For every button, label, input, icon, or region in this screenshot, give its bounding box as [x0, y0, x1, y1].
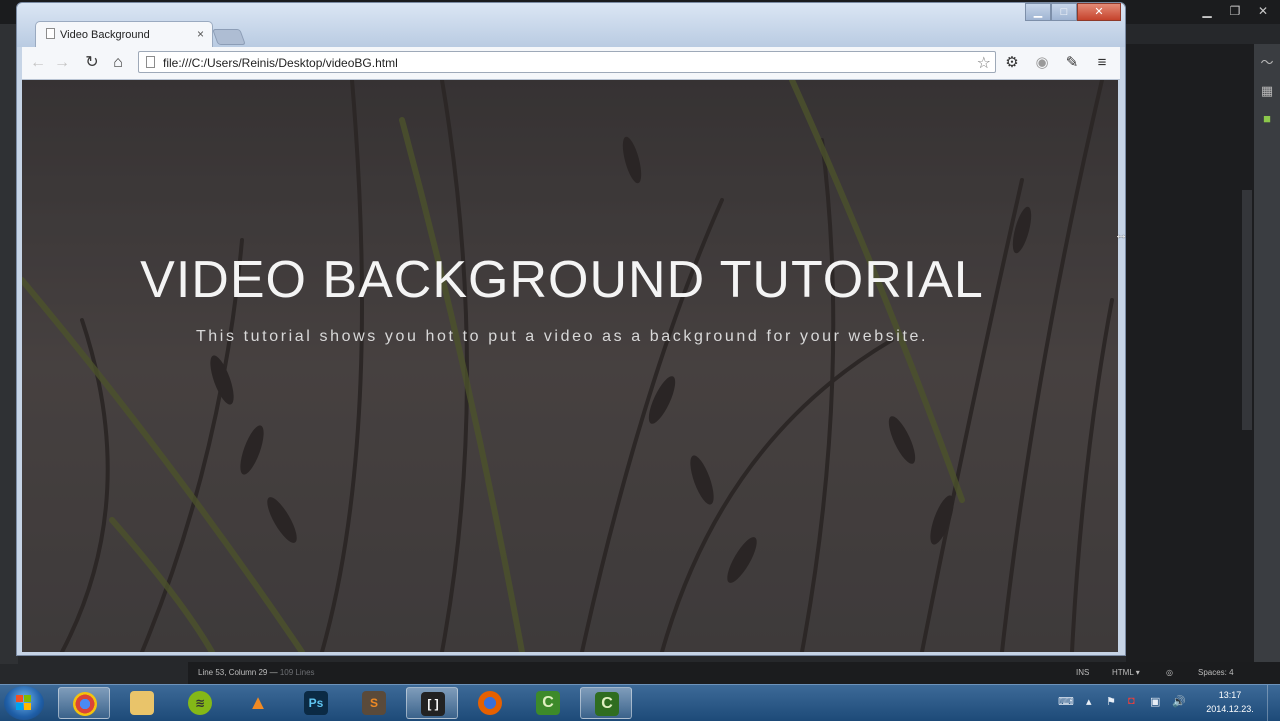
windows-logo-icon: [16, 695, 32, 711]
taskbar-clock[interactable]: 13:17 2014.12.23.: [1198, 688, 1262, 716]
browser-window: Video Background × ▁ □ ✕ ← → ↻ ⌂ file://…: [16, 2, 1126, 656]
indent-setting[interactable]: Spaces: 4: [1198, 668, 1234, 677]
photoshop-icon: Ps: [304, 691, 328, 715]
new-tab-button[interactable]: [212, 29, 246, 45]
clock-date: 2014.12.23.: [1206, 704, 1254, 714]
minimize-icon[interactable]: ▁: [1198, 2, 1216, 20]
address-bar[interactable]: file:///C:/Users/Reinis/Desktop/videoBG.…: [138, 51, 996, 73]
minimize-icon[interactable]: ▁: [1025, 3, 1051, 21]
restore-icon[interactable]: ❐: [1226, 2, 1244, 20]
video-dim-overlay: [22, 80, 1118, 652]
start-button[interactable]: [4, 686, 44, 720]
status-lines-text: 109 Lines: [279, 668, 315, 677]
camtasia-icon: C: [536, 691, 560, 715]
taskbar-camtasia[interactable]: C: [522, 687, 574, 719]
extension-manager-icon[interactable]: ▦: [1259, 84, 1275, 98]
cursor-position: Line 53, Column 29 — 109 Lines: [198, 668, 315, 677]
show-desktop-button[interactable]: [1267, 685, 1280, 721]
spotify-icon: ≋: [188, 691, 212, 715]
extension-icon[interactable]: ■: [1259, 112, 1275, 126]
editor-right-toolbar: 〜 ▦ ■: [1254, 44, 1280, 664]
page-subtitle: This tutorial shows you hot to put a vid…: [195, 328, 929, 345]
taskbar-firefox[interactable]: [464, 687, 516, 719]
editor-code-area[interactable]: [1126, 44, 1254, 664]
action-center-flag-icon[interactable]: ⚑: [1106, 695, 1116, 708]
tab-strip: Video Background × ▁ □ ✕: [17, 3, 1125, 47]
extension-icon[interactable]: ◉: [1032, 53, 1052, 73]
editor-statusbar: Line 53, Column 29 — 109 Lines INS HTML …: [188, 662, 1280, 684]
clock-time: 13:17: [1218, 690, 1242, 700]
tab-video-background[interactable]: Video Background ×: [35, 21, 213, 47]
taskbar-brackets[interactable]: [ ]: [406, 687, 458, 719]
insert-mode-indicator[interactable]: INS: [1076, 668, 1089, 677]
forward-arrow-icon[interactable]: →: [52, 53, 72, 73]
brackets-icon: [ ]: [421, 692, 445, 716]
sublime-text-icon: S: [362, 691, 386, 715]
language-selector[interactable]: HTML ▾: [1112, 668, 1140, 677]
close-icon[interactable]: ✕: [1077, 3, 1121, 21]
eyedropper-icon[interactable]: ✎: [1062, 53, 1082, 73]
linter-icon[interactable]: ◎: [1166, 668, 1173, 677]
back-arrow-icon[interactable]: ←: [28, 53, 48, 73]
browser-window-controls: ▁ □ ✕: [1025, 3, 1121, 21]
page-viewport: VIDEO BACKGROUND TUTORIAL This tutorial …: [22, 80, 1118, 652]
taskbar-vlc[interactable]: ▲: [232, 687, 284, 719]
taskbar-spotify[interactable]: ≋: [174, 687, 226, 719]
gear-icon[interactable]: ⚙: [1002, 53, 1022, 73]
close-icon[interactable]: ✕: [1254, 2, 1272, 20]
close-tab-icon[interactable]: ×: [197, 27, 204, 41]
hamburger-menu-icon[interactable]: ≡: [1092, 53, 1112, 73]
status-position-text: Line 53, Column 29 —: [198, 668, 278, 677]
firefox-icon: [478, 691, 502, 715]
vlc-cone-icon: ▲: [248, 692, 268, 714]
network-icon[interactable]: ▣: [1150, 695, 1160, 708]
taskbar-photoshop[interactable]: Ps: [290, 687, 342, 719]
resize-cursor-icon: ↔: [1114, 226, 1128, 242]
url-text[interactable]: file:///C:/Users/Reinis/Desktop/videoBG.…: [163, 56, 398, 70]
page-headline: VIDEO BACKGROUND TUTORIAL: [140, 251, 984, 309]
show-hidden-icons-icon[interactable]: ▴: [1086, 695, 1092, 708]
editor-scrollbar[interactable]: [1242, 190, 1252, 430]
windows-taskbar: ≋ ▲ Ps S [ ] C C ⌨ ▴ ⚑ ◘ ▣ 🔊 13:17 2014.…: [0, 684, 1280, 721]
browser-toolbar: ← → ↻ ⌂ file:///C:/Users/Reinis/Desktop/…: [22, 47, 1120, 80]
page-icon: [146, 56, 155, 68]
keyboard-icon[interactable]: ⌨: [1058, 695, 1074, 708]
security-alert-icon[interactable]: ◘: [1128, 695, 1135, 707]
volume-icon[interactable]: 🔊: [1172, 695, 1186, 708]
tab-title: Video Background: [60, 29, 150, 41]
taskbar-explorer[interactable]: [116, 687, 168, 719]
folder-icon: [130, 691, 154, 715]
maximize-icon[interactable]: □: [1051, 3, 1077, 21]
taskbar-chrome[interactable]: [58, 687, 110, 719]
home-icon[interactable]: ⌂: [108, 53, 128, 73]
page-icon: [46, 28, 55, 39]
star-icon[interactable]: ☆: [977, 53, 991, 73]
reload-icon[interactable]: ↻: [82, 53, 102, 73]
camtasia-recorder-icon: C: [595, 692, 619, 716]
chrome-icon: [73, 692, 97, 716]
live-preview-icon[interactable]: 〜: [1259, 56, 1275, 70]
taskbar-camtasia-recorder[interactable]: C: [580, 687, 632, 719]
editor-window-controls: ▁ ❐ ✕: [1198, 2, 1272, 20]
taskbar-sublime[interactable]: S: [348, 687, 400, 719]
